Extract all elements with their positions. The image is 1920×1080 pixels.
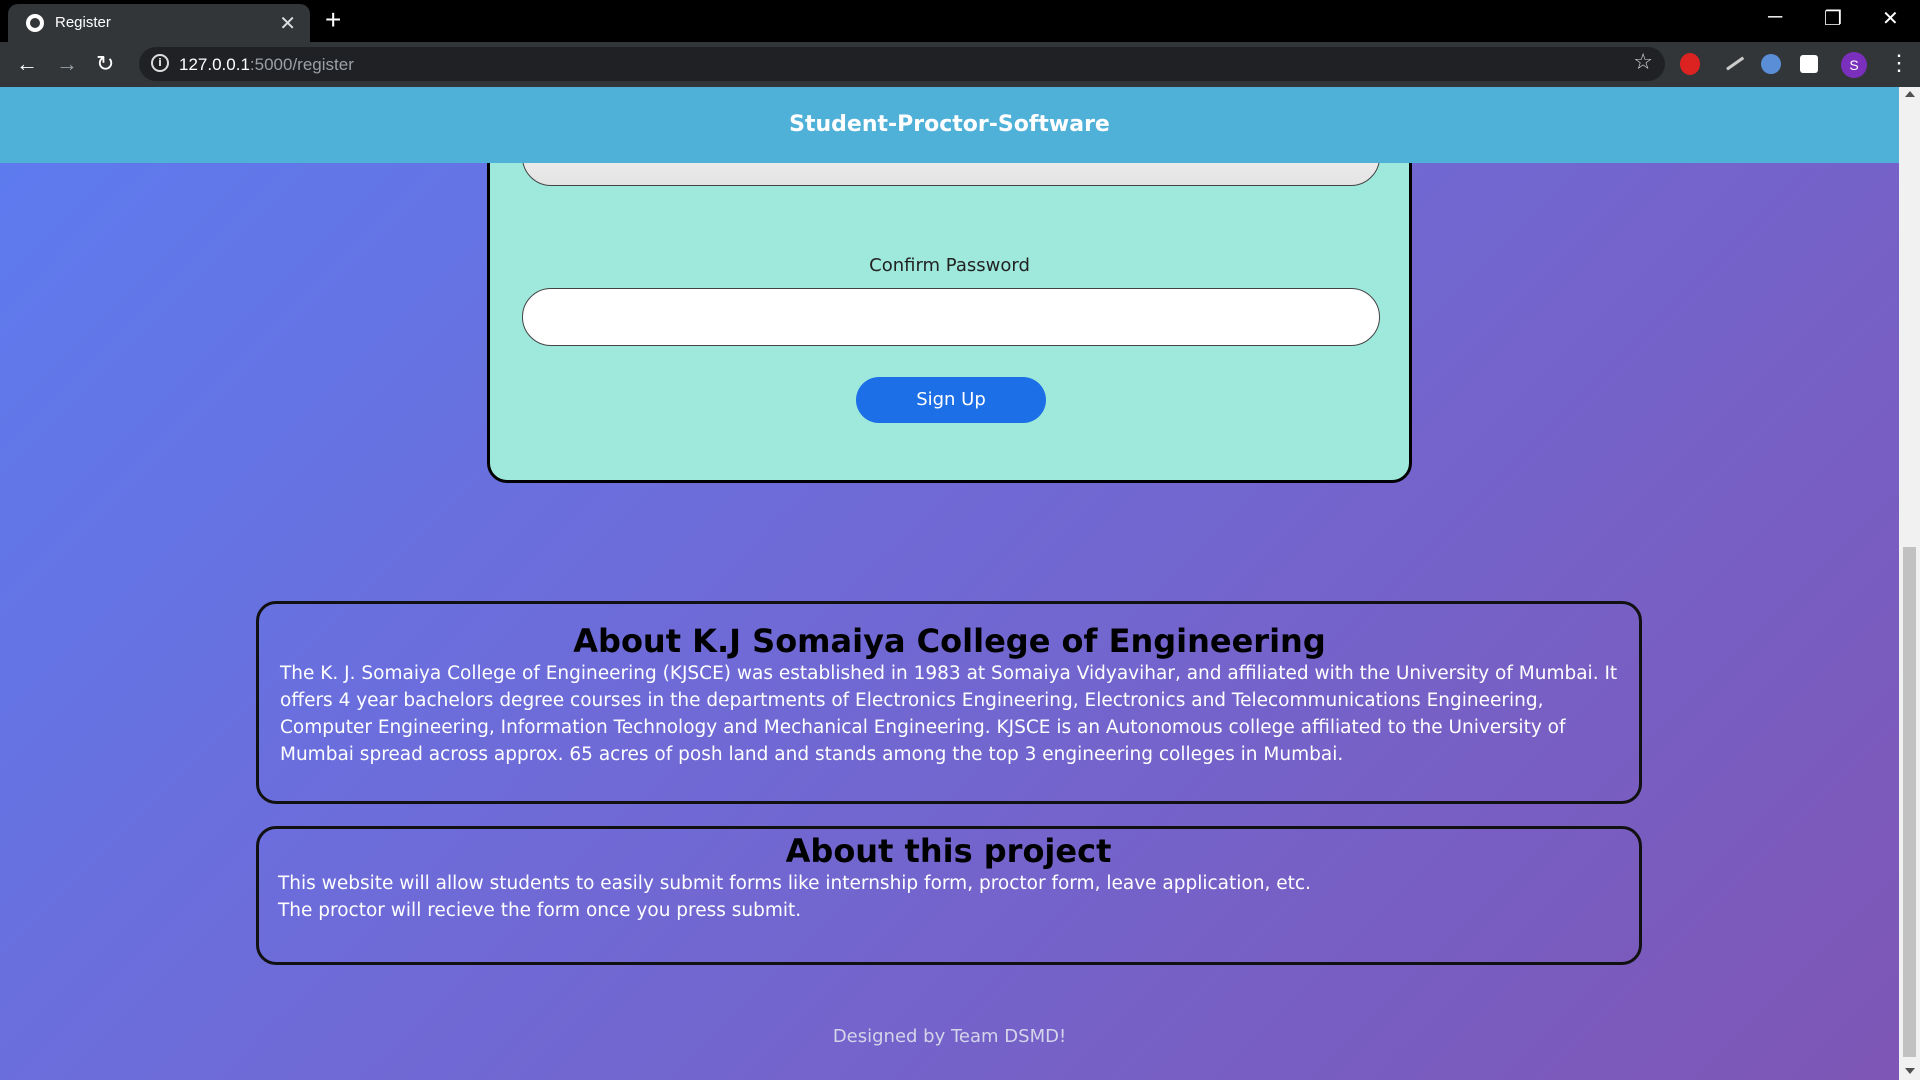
about-project-line-2: The proctor will recieve the form once y… [278,900,802,921]
tab-strip: Register ✕ + ─ ❐ ✕ [0,0,1920,42]
url-host: 127.0.0.1 [179,55,250,74]
about-project-card: About this project This website will all… [256,826,1642,965]
tab-title: Register [55,14,111,31]
address-bar[interactable]: i 127.0.0.1:5000/register ☆ [139,47,1665,81]
back-icon[interactable]: ← [16,51,38,77]
confirm-password-label: Confirm Password [869,255,1030,276]
extension-stop-icon[interactable] [1680,53,1700,75]
extension-owl-icon[interactable] [1761,54,1781,74]
about-college-title: About K.J Somaiya College of Engineering [573,622,1326,660]
profile-avatar[interactable]: S [1841,52,1867,78]
about-project-line-1: This website will allow students to easi… [278,873,1311,894]
site-brand[interactable]: Student-Proctor-Software [0,112,1899,137]
scroll-up-icon[interactable] [1905,91,1915,97]
about-college-text: The K. J. Somaiya College of Engineering… [280,663,1618,765]
site-header: Student-Proctor-Software [0,87,1899,163]
globe-icon [26,14,44,32]
extensions-puzzle-icon[interactable] [1800,55,1818,73]
about-college-card: About K.J Somaiya College of Engineering… [256,601,1642,804]
sign-up-button[interactable]: Sign Up [856,377,1046,423]
scroll-down-icon[interactable] [1905,1068,1915,1074]
minimize-icon[interactable]: ─ [1768,6,1782,29]
extension-pen-icon[interactable] [1719,47,1745,71]
forward-icon[interactable]: → [56,51,78,77]
page-viewport: Student-Proctor-Software Confirm Passwor… [0,87,1899,1080]
url-text: 127.0.0.1:5000/register [179,55,354,75]
restore-icon[interactable]: ❐ [1824,6,1842,31]
footer-text: Designed by Team DSMD! [832,1026,1067,1047]
new-tab-button[interactable]: + [325,4,341,36]
confirm-password-field[interactable] [522,288,1380,346]
page-scrollbar[interactable] [1899,87,1920,1080]
tab-register[interactable]: Register ✕ [8,4,310,42]
scroll-thumb[interactable] [1903,547,1916,1057]
reload-icon[interactable]: ↻ [96,51,114,77]
bookmark-star-icon[interactable]: ☆ [1633,50,1653,75]
browser-toolbar: ← → ↻ i 127.0.0.1:5000/register ☆ [0,42,1920,87]
browser-menu-icon[interactable]: ⋮ [1888,50,1910,76]
site-info-icon[interactable]: i [151,54,169,72]
tab-close-icon[interactable]: ✕ [279,11,296,35]
window-close-icon[interactable]: ✕ [1882,6,1899,31]
url-path: :5000/register [249,55,354,74]
about-project-title: About this project [785,832,1112,870]
